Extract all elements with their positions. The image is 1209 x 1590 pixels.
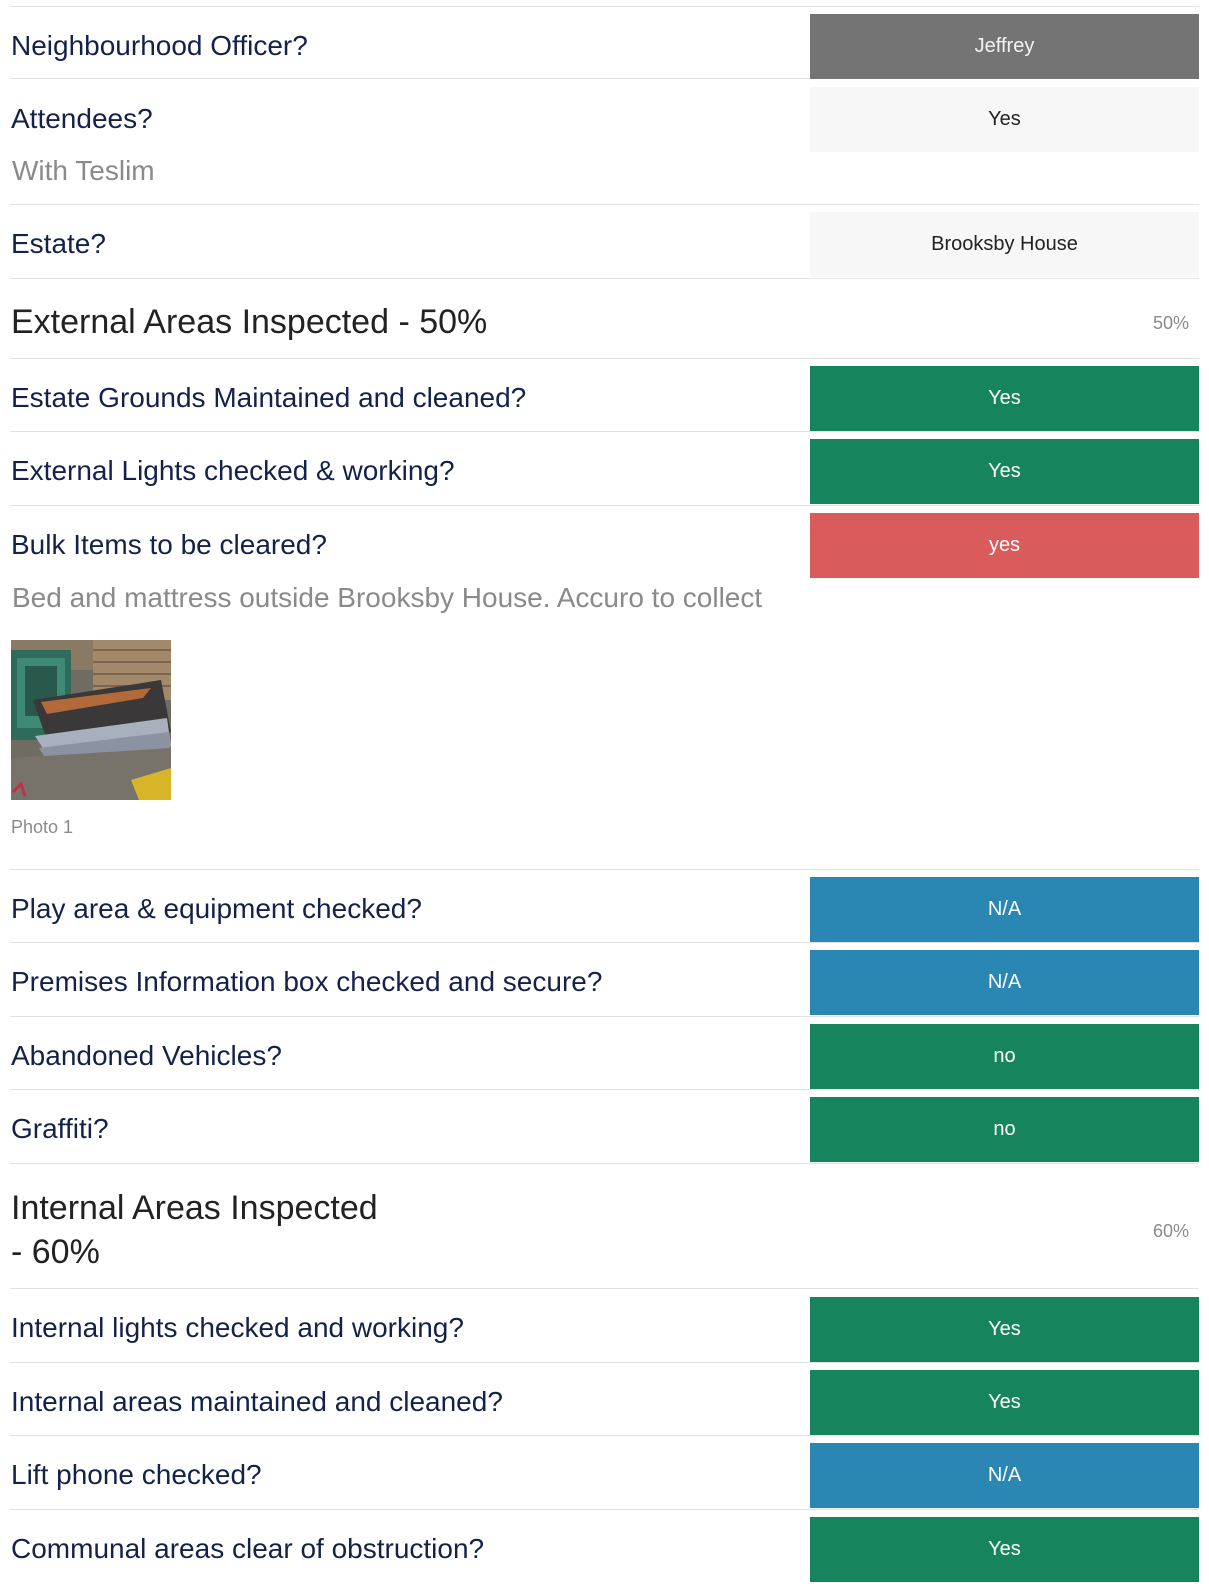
row-internal-lights: Internal lights checked and working? Yes: [10, 1289, 1199, 1363]
question-label: Estate Grounds Maintained and cleaned?: [11, 382, 527, 413]
row-external-lights: External Lights checked & working? Yes: [10, 432, 1199, 506]
row-bulk-items: Bulk Items to be cleared? Bed and mattre…: [10, 506, 1199, 870]
question-label: Estate?: [11, 228, 106, 259]
section-title: Internal Areas Inspected - 60%: [11, 1189, 378, 1271]
question-label: Internal lights checked and working?: [11, 1312, 464, 1343]
section-score: 50%: [1152, 313, 1189, 333]
question-label: External Lights checked & working?: [11, 455, 455, 486]
question-label: Neighbourhood Officer?: [11, 30, 308, 61]
row-neighbourhood-officer: Neighbourhood Officer? Jeffrey: [10, 7, 1199, 79]
question-label: Attendees?: [11, 103, 153, 134]
answer-badge: Yes: [810, 366, 1199, 431]
row-abandoned-vehicles: Abandoned Vehicles? no: [10, 1017, 1199, 1090]
answer-badge: Yes: [810, 1370, 1199, 1435]
row-estate: Estate? Brooksby House: [10, 205, 1199, 279]
photo-caption: Photo 1: [11, 817, 74, 837]
row-premises-info-box: Premises Information box checked and sec…: [10, 943, 1199, 1017]
answer-badge: yes: [810, 513, 1199, 578]
photo-thumbnail[interactable]: [11, 640, 171, 800]
row-internal-cleaned: Internal areas maintained and cleaned? Y…: [10, 1363, 1199, 1436]
row-communal-areas: Communal areas clear of obstruction? Yes: [10, 1510, 1199, 1590]
section-internal-areas: Internal Areas Inspected - 60% 60%: [10, 1164, 1199, 1289]
answer-badge: Yes: [810, 439, 1199, 504]
row-estate-grounds: Estate Grounds Maintained and cleaned? Y…: [10, 359, 1199, 432]
row-play-area: Play area & equipment checked? N/A: [10, 870, 1199, 943]
row-attendees: Attendees? With Teslim Yes: [10, 79, 1199, 205]
row-graffiti: Graffiti? no: [10, 1090, 1199, 1164]
answer-badge: N/A: [810, 877, 1199, 942]
answer-badge: N/A: [810, 950, 1199, 1015]
question-label: Premises Information box checked and sec…: [11, 966, 603, 997]
section-external-areas: External Areas Inspected - 50% 50%: [10, 279, 1199, 359]
question-label: Abandoned Vehicles?: [11, 1040, 282, 1071]
answer-badge: no: [810, 1024, 1199, 1089]
answer-badge: Jeffrey: [810, 14, 1199, 79]
section-score: 60%: [1152, 1221, 1189, 1241]
question-label: Communal areas clear of obstruction?: [11, 1533, 485, 1564]
answer-badge: no: [810, 1097, 1199, 1162]
question-label: Internal areas maintained and cleaned?: [11, 1386, 503, 1417]
question-label: Bulk Items to be cleared?: [11, 529, 327, 560]
question-label: Play area & equipment checked?: [11, 893, 422, 924]
mattress-photo: [11, 640, 171, 800]
answer-note: Bed and mattress outside Brooksby House.…: [12, 582, 763, 613]
answer-note: With Teslim: [12, 155, 155, 186]
answer-badge: N/A: [810, 1443, 1199, 1508]
answer-badge: Yes: [810, 87, 1199, 152]
section-title: External Areas Inspected - 50%: [11, 303, 488, 341]
inspection-report: Neighbourhood Officer? Jeffrey Attendees…: [10, 6, 1199, 1590]
answer-badge: Yes: [810, 1297, 1199, 1362]
question-label: Graffiti?: [11, 1113, 109, 1144]
answer-badge: Brooksby House: [810, 212, 1199, 277]
question-label: Lift phone checked?: [11, 1459, 262, 1490]
answer-badge: Yes: [810, 1517, 1199, 1582]
row-lift-phone: Lift phone checked? N/A: [10, 1436, 1199, 1510]
